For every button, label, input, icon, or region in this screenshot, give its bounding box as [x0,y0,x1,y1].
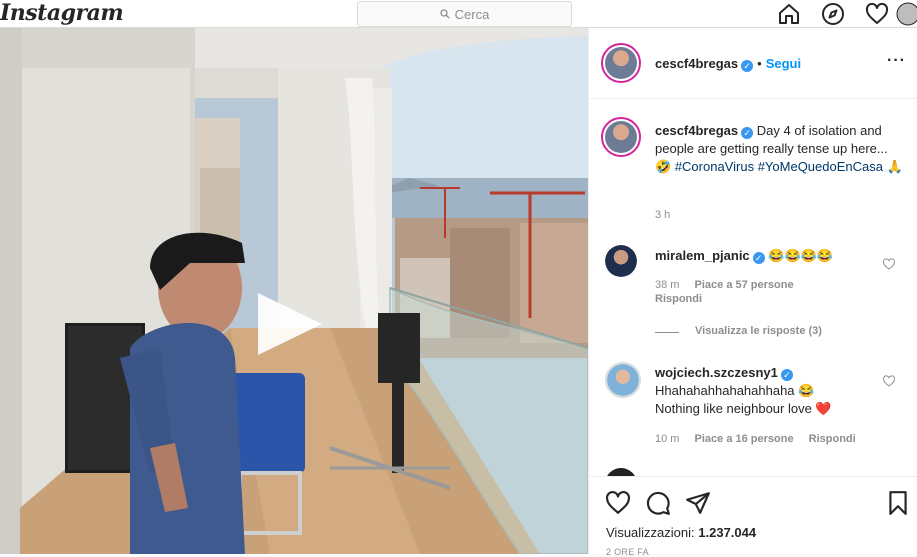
caption-emoji: 🙏 [886,159,903,174]
caption: cescf4bregas ✓ Day 4 of isolation and peo… [655,122,905,176]
save-bookmark-icon[interactable] [885,490,911,516]
caption-author-avatar[interactable] [601,117,641,157]
view-count: Visualizzazioni: 1.237.044 [606,525,756,540]
comment-like-heart-icon[interactable] [883,257,895,270]
activity-heart-icon[interactable] [865,2,889,26]
post-date: 2 ORE FA [606,547,649,557]
share-paper-plane-icon[interactable] [685,490,711,516]
comment-username[interactable]: wojciech.szczesny1 [655,365,778,380]
post-actions-bar: Visualizzazioni: 1.237.044 2 ORE FA [589,476,917,557]
author-username[interactable]: cescf4bregas [655,56,738,71]
like-heart-icon[interactable] [605,490,631,516]
comment-bubble-icon[interactable] [645,490,671,516]
reply-label: Rispondi [655,293,703,305]
top-navigation-bar: Instagram Cerca [0,0,917,28]
explore-icon[interactable] [821,2,845,26]
author-avatar[interactable] [601,43,641,83]
reply-button[interactable]: Rispondi [655,293,702,305]
profile-avatar-nav[interactable] [896,2,917,26]
post-side-panel: cescf4bregas ✓ • Segui ··· cescf4bregas ✓ Da… [588,28,917,557]
comment-text: 😂😂😂😂 [768,248,834,263]
view-replies-button[interactable]: Visualizza le risposte (3) [695,325,822,337]
caption-username[interactable]: cescf4bregas [655,123,738,138]
verified-icon: ✓ [780,369,793,381]
separator-dot: • [757,56,762,71]
comment-text: Nothing like neighbour love ❤️ [655,401,832,416]
post-video[interactable] [0,28,588,554]
verified-icon: ✓ [741,60,754,72]
author-row: cescf4bregas ✓ • Segui [655,55,801,73]
reply-button[interactable]: Rispondi [809,433,856,445]
comment-avatar[interactable] [605,245,637,277]
verified-icon: ✓ [752,252,765,264]
verified-icon: ✓ [741,127,754,139]
comment: miralem_pjanic ✓ 😂😂😂😂 [655,247,885,265]
follow-button[interactable]: Segui [766,56,801,71]
video-frame [0,28,588,554]
comment-likes[interactable]: Piace a 16 persone [695,433,794,445]
hashtag-link[interactable]: #CoronaVirus [675,159,754,174]
comment: wojciech.szczesny1 ✓ Hhahahahhahahahhaha … [655,364,895,418]
comment-meta: 38 m Piace a 57 persone [655,279,794,291]
views-label: Visualizzazioni: [606,525,695,540]
comment-like-heart-icon[interactable] [883,374,895,387]
view-replies-label: Visualizza le risposte (3) [695,325,822,337]
comment-meta: 10 m Piace a 16 persone Rispondi [655,433,856,445]
comment-time: 10 m [655,433,680,445]
replies-divider [655,332,679,333]
views-value: 1.237.044 [698,525,757,540]
home-icon[interactable] [777,2,801,26]
caption-timestamp: 3 h [655,209,671,221]
post-header: cescf4bregas ✓ • Segui ··· [589,28,917,99]
more-options-icon[interactable]: ··· [887,52,906,70]
comment-avatar[interactable] [605,362,641,398]
instagram-logo[interactable]: Instagram [0,0,124,26]
comment-time: 38 m [655,279,680,291]
search-placeholder: Cerca [454,6,490,22]
play-icon[interactable] [258,293,322,355]
comment-text: Hhahahahhahahahhaha 😂 [655,383,815,398]
hashtag-link[interactable]: #YoMeQuedoEnCasa [758,159,883,174]
search-input[interactable]: Cerca [357,1,572,27]
comment-username[interactable]: miralem_pjanic [655,248,750,263]
search-icon [440,9,450,19]
comment-likes[interactable]: Piace a 57 persone [695,279,794,291]
